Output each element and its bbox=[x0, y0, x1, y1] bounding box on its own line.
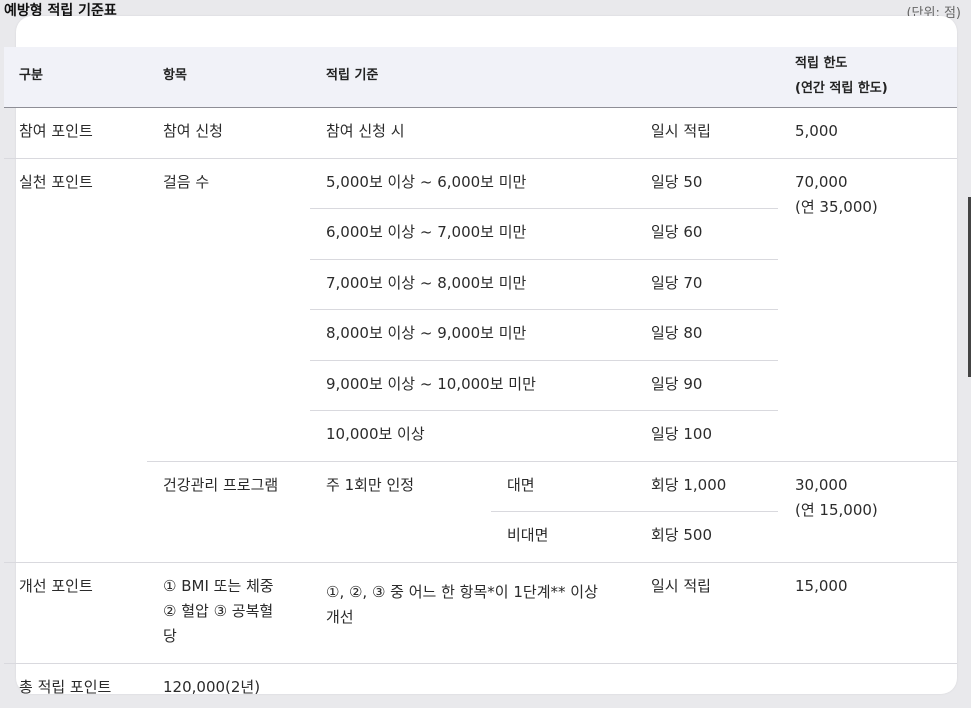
steps-tier-criteria: 10,000보 이상 bbox=[326, 425, 425, 443]
improvement-criteria: ①, ②, ③ 중 어느 한 항목*이 1단계** 이상 bbox=[326, 583, 598, 601]
steps-tier-criteria: 5,000보 이상 ~ 6,000보 미만 bbox=[326, 173, 527, 191]
improvement-criteria: 개선 bbox=[326, 608, 354, 626]
header-limit-annual: (연간 적립 한도) bbox=[795, 81, 888, 96]
steps-tier-criteria: 8,000보 이상 ~ 9,000보 미만 bbox=[326, 324, 527, 342]
steps-tier-points: 일당 60 bbox=[651, 223, 703, 241]
steps-tier-criteria: 9,000보 이상 ~ 10,000보 미만 bbox=[326, 375, 536, 393]
participation-points: 일시 적립 bbox=[651, 122, 711, 140]
improvement-item: 당 bbox=[163, 627, 177, 645]
program-item: 건강관리 프로그램 bbox=[163, 476, 279, 494]
program-criteria: 주 1회만 인정 bbox=[326, 476, 415, 494]
steps-tier-points: 일당 100 bbox=[651, 425, 712, 443]
steps-tier-points: 일당 50 bbox=[651, 173, 703, 191]
participation-criteria: 참여 신청 시 bbox=[326, 122, 405, 140]
header-item: 항목 bbox=[163, 68, 187, 83]
total-category: 총 적립 포인트 bbox=[19, 678, 112, 696]
total-value: 120,000(2년) bbox=[163, 678, 261, 696]
program-limit: 30,000 bbox=[795, 476, 848, 494]
steps-limit-annual: (연 35,000) bbox=[795, 198, 878, 216]
program-mode: 대면 bbox=[507, 476, 535, 494]
steps-tier-points: 일당 80 bbox=[651, 324, 703, 342]
row-divider bbox=[4, 562, 957, 563]
row-divider bbox=[4, 663, 957, 664]
header-limit: 적립 한도 bbox=[795, 56, 848, 71]
program-mode-points: 회당 500 bbox=[651, 526, 712, 544]
practice-category: 실천 포인트 bbox=[19, 173, 93, 191]
header-category: 구분 bbox=[19, 68, 43, 83]
section-divider bbox=[147, 461, 957, 462]
participation-limit: 5,000 bbox=[795, 122, 838, 140]
steps-limit: 70,000 bbox=[795, 173, 848, 191]
steps-tier-criteria: 6,000보 이상 ~ 7,000보 미만 bbox=[326, 223, 527, 241]
mode-divider bbox=[491, 511, 778, 512]
row-divider bbox=[4, 158, 957, 159]
improvement-category: 개선 포인트 bbox=[19, 577, 93, 595]
participation-category: 참여 포인트 bbox=[19, 122, 93, 140]
tier-divider bbox=[310, 259, 778, 260]
tier-divider bbox=[310, 410, 778, 411]
steps-tier-points: 일당 90 bbox=[651, 375, 703, 393]
program-limit-annual: (연 15,000) bbox=[795, 501, 878, 519]
participation-item: 참여 신청 bbox=[163, 122, 223, 140]
steps-tier-criteria: 7,000보 이상 ~ 8,000보 미만 bbox=[326, 274, 527, 292]
improvement-item: ① BMI 또는 체중 bbox=[163, 577, 274, 595]
tier-divider bbox=[310, 309, 778, 310]
program-mode-points: 회당 1,000 bbox=[651, 476, 727, 494]
steps-item: 걸음 수 bbox=[163, 173, 210, 191]
steps-tier-points: 일당 70 bbox=[651, 274, 703, 292]
improvement-item: ② 혈압 ③ 공복혈 bbox=[163, 602, 274, 620]
header-criteria: 적립 기준 bbox=[326, 68, 379, 83]
tier-divider bbox=[310, 360, 778, 361]
tier-divider bbox=[310, 208, 778, 209]
improvement-limit: 15,000 bbox=[795, 577, 848, 595]
improvement-points: 일시 적립 bbox=[651, 577, 711, 595]
program-mode: 비대면 bbox=[507, 526, 549, 544]
